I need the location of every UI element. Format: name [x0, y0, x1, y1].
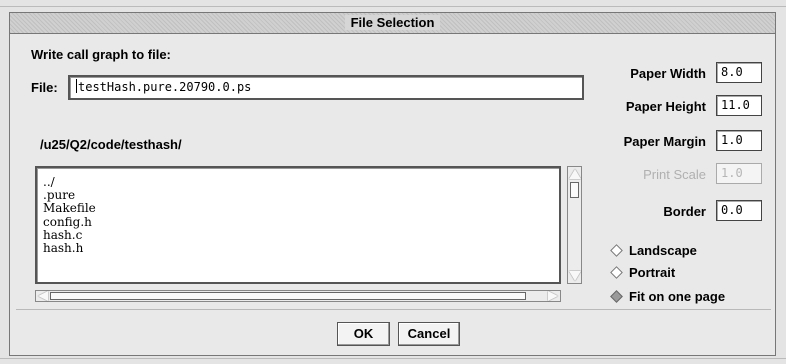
list-item[interactable]: .pure [43, 189, 559, 202]
list-item[interactable]: Makefile [43, 202, 559, 215]
cancel-button[interactable]: Cancel [398, 322, 460, 346]
landscape-label: Landscape [629, 242, 697, 258]
scroll-left-arrow-icon[interactable] [38, 291, 48, 301]
paper-margin-label: Paper Margin [623, 134, 706, 149]
fit-on-one-page-radio[interactable]: Fit on one page [609, 287, 725, 305]
horizontal-scroll-thumb[interactable] [50, 292, 526, 300]
frame-edge-bottom [0, 358, 786, 359]
file-list-horizontal-scrollbar[interactable] [35, 290, 561, 302]
frame-edge-top [0, 6, 786, 7]
dialog-frame: File Selection Write call graph to file:… [0, 0, 786, 364]
title-bar[interactable]: File Selection [9, 12, 776, 34]
file-name-value: testHash.pure.20790.0.ps [78, 80, 252, 94]
fit-on-one-page-label: Fit on one page [629, 288, 726, 304]
current-directory-path: /u25/Q2/code/testhash/ [40, 137, 182, 152]
text-caret [76, 79, 77, 93]
file-list[interactable]: ../ .pure Makefile config.h hash.c hash.… [35, 166, 561, 284]
vertical-scroll-thumb[interactable] [570, 182, 579, 198]
paper-height-label: Paper Height [625, 99, 706, 114]
print-scale-field: 1.0 [716, 163, 762, 184]
paper-width-label: Paper Width [630, 66, 706, 81]
paper-height-field[interactable]: 11.0 [716, 95, 762, 116]
paper-width-field[interactable]: 8.0 [716, 62, 762, 83]
portrait-radio[interactable]: Portrait [609, 263, 675, 281]
list-item[interactable]: hash.c [43, 228, 559, 242]
radio-diamond-icon [610, 243, 623, 257]
border-label: Border [663, 204, 706, 219]
scroll-right-arrow-icon[interactable] [548, 291, 558, 301]
list-item[interactable]: ../ [43, 175, 559, 189]
portrait-label: Portrait [629, 264, 676, 280]
list-item[interactable]: hash.h [43, 241, 559, 255]
file-name-input[interactable]: testHash.pure.20790.0.ps [68, 75, 584, 100]
window-title: File Selection [344, 15, 441, 30]
scroll-down-arrow-icon[interactable] [569, 271, 581, 281]
border-field[interactable]: 0.0 [716, 200, 762, 221]
paper-margin-field[interactable]: 1.0 [716, 130, 762, 151]
file-list-vertical-scrollbar[interactable] [567, 166, 582, 284]
ok-button[interactable]: OK [337, 322, 390, 346]
write-call-graph-heading: Write call graph to file: [31, 47, 171, 62]
radio-diamond-icon [610, 265, 623, 279]
dialog-body: Write call graph to file: File: testHash… [9, 34, 776, 356]
button-divider [16, 309, 771, 310]
print-scale-label: Print Scale [643, 167, 706, 182]
file-label: File: [31, 80, 58, 95]
landscape-radio[interactable]: Landscape [609, 241, 697, 259]
radio-diamond-selected-icon [610, 289, 623, 303]
list-item[interactable]: config.h [43, 215, 559, 229]
